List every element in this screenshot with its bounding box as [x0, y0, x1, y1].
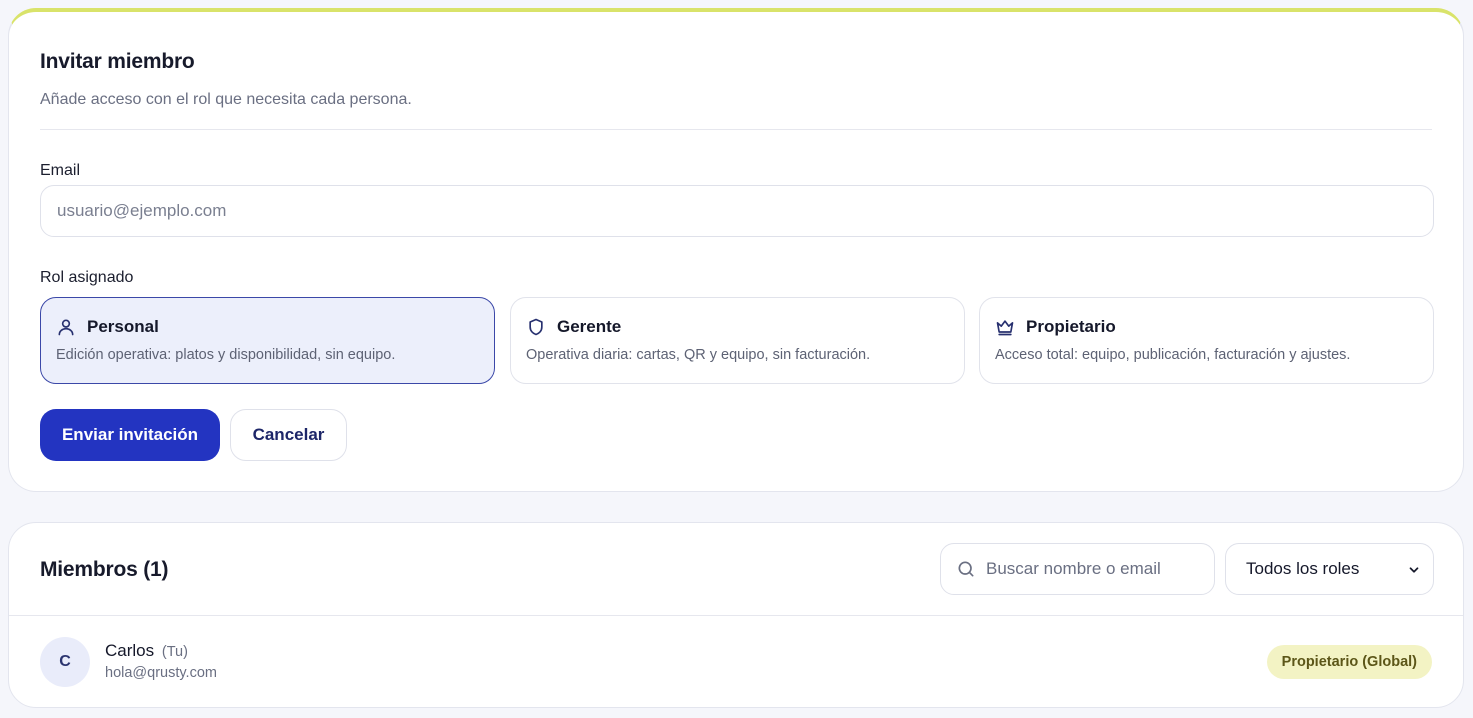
send-invitation-button[interactable]: Enviar invitación	[40, 409, 220, 461]
chevron-down-icon	[1409, 567, 1419, 573]
members-title: Miembros (1)	[40, 558, 169, 581]
role-description: Acceso total: equipo, publicación, factu…	[995, 347, 1351, 363]
shield-icon	[529, 318, 543, 336]
role-option-gerente[interactable]: Gerente Operativa diaria: cartas, QR y e…	[510, 297, 965, 384]
member-row[interactable]: C Carlos (Tu) hola@qrusty.com Propietari…	[9, 616, 1463, 707]
search-box	[940, 543, 1215, 595]
role-option-personal[interactable]: Personal Edición operativa: platos y dis…	[40, 297, 495, 384]
role-option-propietario[interactable]: Propietario Acceso total: equipo, public…	[979, 297, 1434, 384]
crown-icon	[996, 320, 1014, 336]
role-filter-select[interactable]: Todos los roles	[1225, 543, 1434, 595]
invite-member-card: Invitar miembro Añade acceso con el rol …	[8, 8, 1464, 492]
role-name: Propietario	[1026, 317, 1116, 336]
avatar: C	[40, 637, 90, 687]
member-email: hola@qrusty.com	[105, 665, 217, 681]
current-user-tag: (Tu)	[161, 644, 188, 660]
role-filter-value: Todos los roles	[1246, 559, 1360, 578]
search-input[interactable]	[986, 544, 1206, 594]
role-description: Operativa diaria: cartas, QR y equipo, s…	[526, 347, 871, 363]
user-icon	[58, 319, 74, 336]
cancel-button[interactable]: Cancelar	[230, 409, 347, 461]
role-label: Rol asignado	[40, 269, 134, 286]
role-name: Personal	[87, 317, 159, 336]
invite-title: Invitar miembro	[40, 50, 195, 73]
email-field[interactable]	[40, 185, 1434, 237]
member-name-text: Carlos	[105, 641, 155, 660]
divider	[40, 129, 1432, 130]
role-name: Gerente	[557, 317, 622, 336]
member-name: Carlos (Tu)	[105, 641, 188, 661]
members-card: Miembros (1) Todos los roles C Carlos (T…	[8, 522, 1464, 708]
role-description: Edición operativa: platos y disponibilid…	[56, 347, 396, 363]
invite-subtitle: Añade acceso con el rol que necesita cad…	[40, 91, 412, 108]
email-label: Email	[40, 162, 81, 179]
search-icon	[958, 561, 974, 577]
role-badge: Propietario (Global)	[1266, 645, 1432, 679]
